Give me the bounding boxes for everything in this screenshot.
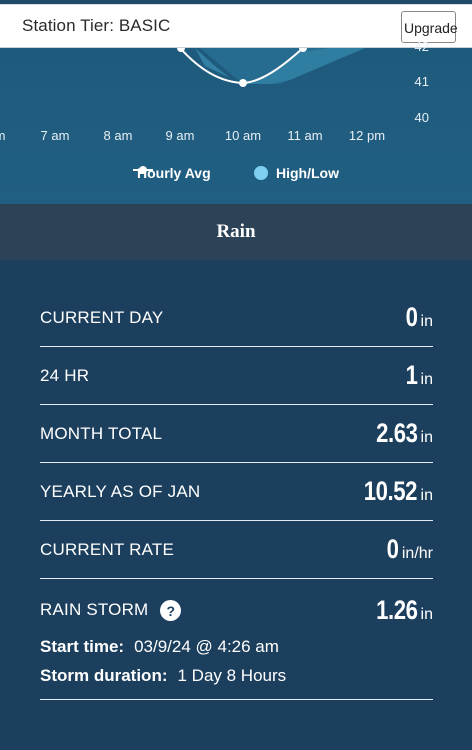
- stat-label: RAIN STORM?: [40, 599, 182, 621]
- stat-number: 10.52: [364, 476, 418, 506]
- storm-start-value: 03/9/24 @ 4:26 am: [134, 637, 279, 656]
- storm-duration-value: 1 Day 8 Hours: [177, 666, 287, 685]
- help-icon[interactable]: ?: [160, 600, 182, 621]
- stat-row-rain-storm: RAIN STORM? 1.26 in Start time: 03/9/24 @…: [40, 579, 433, 700]
- station-tier-bar: Station Tier: BASIC Upgrade: [0, 4, 472, 48]
- x-tick-label: 9 am: [165, 128, 195, 143]
- stat-value: 1.26 in: [367, 595, 433, 626]
- y-tick-label: 40: [414, 110, 429, 125]
- stat-unit: in: [420, 313, 433, 330]
- stat-value: 0 in/hr: [384, 534, 433, 565]
- stat-unit: in: [420, 371, 433, 388]
- stat-number: 1.26: [376, 595, 418, 625]
- legend-high-low-label: High/Low: [276, 165, 339, 181]
- x-tick-label: m: [0, 128, 5, 143]
- stat-unit: in: [420, 429, 433, 446]
- stat-number: 0: [386, 534, 399, 564]
- storm-duration: Storm duration: 1 Day 8 Hours: [40, 666, 286, 686]
- stat-row-current-rate: CURRENT RATE 0 in/hr: [40, 521, 433, 579]
- temperature-chart: 42 41 40 m 7 am 8 am 9 am 10 am 11 am 12…: [0, 39, 472, 204]
- storm-duration-label: Storm duration:: [40, 666, 168, 685]
- legend-high-low[interactable]: High/Low: [254, 165, 339, 181]
- stat-unit: in: [420, 487, 433, 504]
- hourly-avg-point: [239, 79, 247, 87]
- stat-row-24-hr: 24 HR 1 in: [40, 347, 433, 405]
- stat-row-current-day: CURRENT DAY 0 in: [40, 289, 433, 347]
- stat-label: MONTH TOTAL: [40, 423, 163, 443]
- stat-unit: in/hr: [401, 545, 433, 562]
- x-tick-label: 10 am: [224, 128, 262, 143]
- dot-icon: [254, 166, 268, 180]
- stat-value: 1 in: [403, 360, 433, 391]
- stat-label: 24 HR: [40, 365, 90, 385]
- stat-number: 1: [405, 360, 418, 390]
- y-tick-label: 41: [414, 74, 429, 89]
- stat-value: 2.63 in: [367, 418, 433, 449]
- y-tick-label: 42: [414, 39, 429, 54]
- legend-hourly-avg[interactable]: Hourly Avg: [133, 165, 211, 181]
- rain-stats: CURRENT DAY 0 in 24 HR 1 in MONTH TOTAL …: [40, 289, 433, 700]
- rain-storm-summary: RAIN STORM? 1.26 in: [40, 595, 433, 626]
- storm-start-time: Start time: 03/9/24 @ 4:26 am: [40, 637, 279, 657]
- stat-number: 2.63: [376, 418, 418, 448]
- x-tick-label: 12 pm: [348, 128, 386, 143]
- x-tick-label: 11 am: [287, 128, 323, 143]
- x-tick-label: 8 am: [103, 128, 133, 143]
- stat-row-month-total: MONTH TOTAL 2.63 in: [40, 405, 433, 463]
- rain-title: Rain: [216, 221, 256, 242]
- station-tier-label: Station Tier: BASIC: [22, 16, 171, 35]
- stat-row-yearly: YEARLY AS OF JAN 10.52 in: [40, 463, 433, 521]
- stat-value: 0 in: [403, 302, 433, 333]
- chart-legend: Hourly Avg High/Low: [0, 165, 472, 185]
- rain-storm-label: RAIN STORM: [40, 599, 149, 619]
- stat-number: 0: [405, 302, 418, 332]
- stat-label: YEARLY AS OF JAN: [40, 481, 201, 501]
- x-tick-label: 7 am: [40, 128, 70, 143]
- stat-label: CURRENT RATE: [40, 539, 175, 559]
- rain-section-header: Rain: [0, 204, 472, 260]
- stat-value: 10.52 in: [352, 476, 433, 507]
- stat-label: CURRENT DAY: [40, 307, 164, 327]
- storm-start-label: Start time:: [40, 637, 125, 656]
- line-marker-icon: [133, 166, 153, 174]
- stat-unit: in: [420, 606, 433, 623]
